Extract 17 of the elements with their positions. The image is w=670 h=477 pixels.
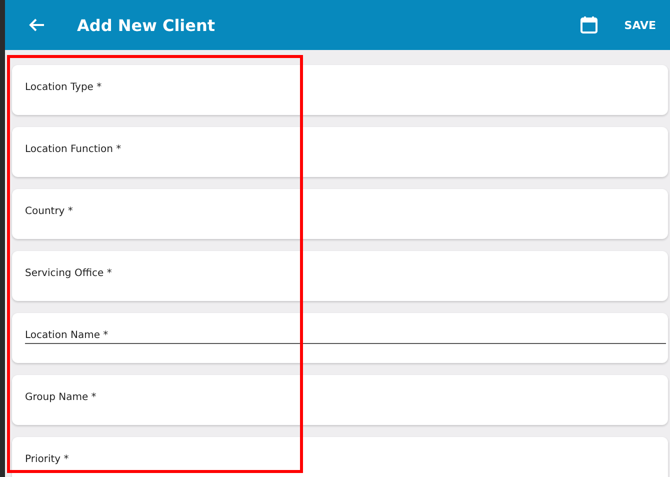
form-field[interactable]: Group Name * <box>12 375 668 425</box>
field-label: Location Name * <box>25 330 108 341</box>
save-button[interactable]: SAVE <box>620 14 660 36</box>
field-label: Servicing Office * <box>25 268 112 279</box>
form-field[interactable]: Servicing Office * <box>12 251 668 301</box>
form-field[interactable]: Location Function * <box>12 127 668 177</box>
field-label: Country * <box>25 206 73 217</box>
form-field[interactable]: Country * <box>12 189 668 239</box>
field-label: Location Type * <box>25 82 102 93</box>
form-field[interactable]: Priority * <box>12 437 668 477</box>
field-label: Priority * <box>25 454 69 465</box>
form-field[interactable]: Location Name * <box>12 313 668 363</box>
field-label: Group Name * <box>25 392 96 403</box>
calendar-icon[interactable] <box>580 16 598 34</box>
field-label: Location Function * <box>25 144 122 155</box>
screen-title: Add New Client <box>77 16 216 34</box>
form-field[interactable]: Location Type * <box>12 65 668 115</box>
